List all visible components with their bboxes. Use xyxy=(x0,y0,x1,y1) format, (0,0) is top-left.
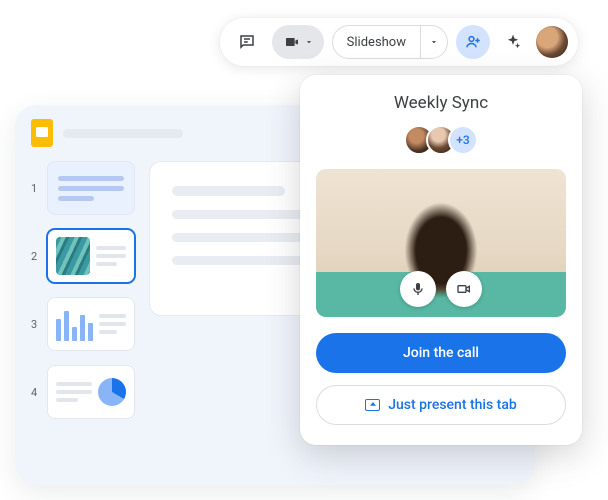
participants-overflow[interactable]: +3 xyxy=(448,125,478,155)
thumbnail-image xyxy=(56,237,90,275)
thumbnail-pie xyxy=(98,378,126,406)
slides-logo-icon xyxy=(31,119,53,147)
sparkle-icon xyxy=(504,33,522,51)
caret-down-icon xyxy=(429,37,439,47)
thumbnail-number: 4 xyxy=(31,386,39,399)
thumbnail-number: 1 xyxy=(31,182,39,195)
ai-sparkle-button[interactable] xyxy=(498,27,528,57)
thumbnail-row: 4 xyxy=(31,365,135,419)
video-call-chip[interactable] xyxy=(272,25,324,59)
thumbnail-row: 1 xyxy=(31,161,135,215)
preview-controls xyxy=(400,271,482,307)
thumbnail-rail: 1 2 3 xyxy=(31,161,135,419)
person-add-icon xyxy=(464,33,482,51)
thumbnail-bars xyxy=(56,307,93,341)
mic-icon xyxy=(410,281,426,297)
thumbnail-row: 3 xyxy=(31,297,135,351)
comment-history-icon[interactable] xyxy=(230,25,264,59)
present-tab-button[interactable]: Just present this tab xyxy=(316,385,566,425)
slide-thumbnail-1[interactable] xyxy=(47,161,135,215)
caret-down-icon xyxy=(304,37,314,47)
mic-toggle[interactable] xyxy=(400,271,436,307)
slide-thumbnail-2[interactable] xyxy=(47,229,135,283)
account-avatar[interactable] xyxy=(536,26,568,58)
slideshow-split-button: Slideshow xyxy=(332,25,448,59)
video-icon xyxy=(284,34,300,50)
present-icon xyxy=(365,399,380,411)
participants-row: +3 xyxy=(404,125,478,155)
video-icon xyxy=(456,281,472,297)
slideshow-button[interactable]: Slideshow xyxy=(333,26,421,58)
call-panel: Weekly Sync +3 Join the call Just presen… xyxy=(300,75,582,445)
share-button[interactable] xyxy=(456,25,490,59)
call-title: Weekly Sync xyxy=(394,93,488,113)
slide-thumbnail-3[interactable] xyxy=(47,297,135,351)
thumbnail-number: 3 xyxy=(31,318,39,331)
doc-title-placeholder xyxy=(63,129,183,138)
camera-toggle[interactable] xyxy=(446,271,482,307)
thumbnail-row: 2 xyxy=(31,229,135,283)
present-tab-label: Just present this tab xyxy=(388,397,517,413)
join-call-button[interactable]: Join the call xyxy=(316,333,566,373)
video-preview xyxy=(316,169,566,317)
top-toolbar: Slideshow xyxy=(220,18,578,66)
slide-thumbnail-4[interactable] xyxy=(47,365,135,419)
content-placeholder xyxy=(172,186,285,196)
slideshow-dropdown[interactable] xyxy=(421,26,447,58)
thumbnail-number: 2 xyxy=(31,250,39,263)
